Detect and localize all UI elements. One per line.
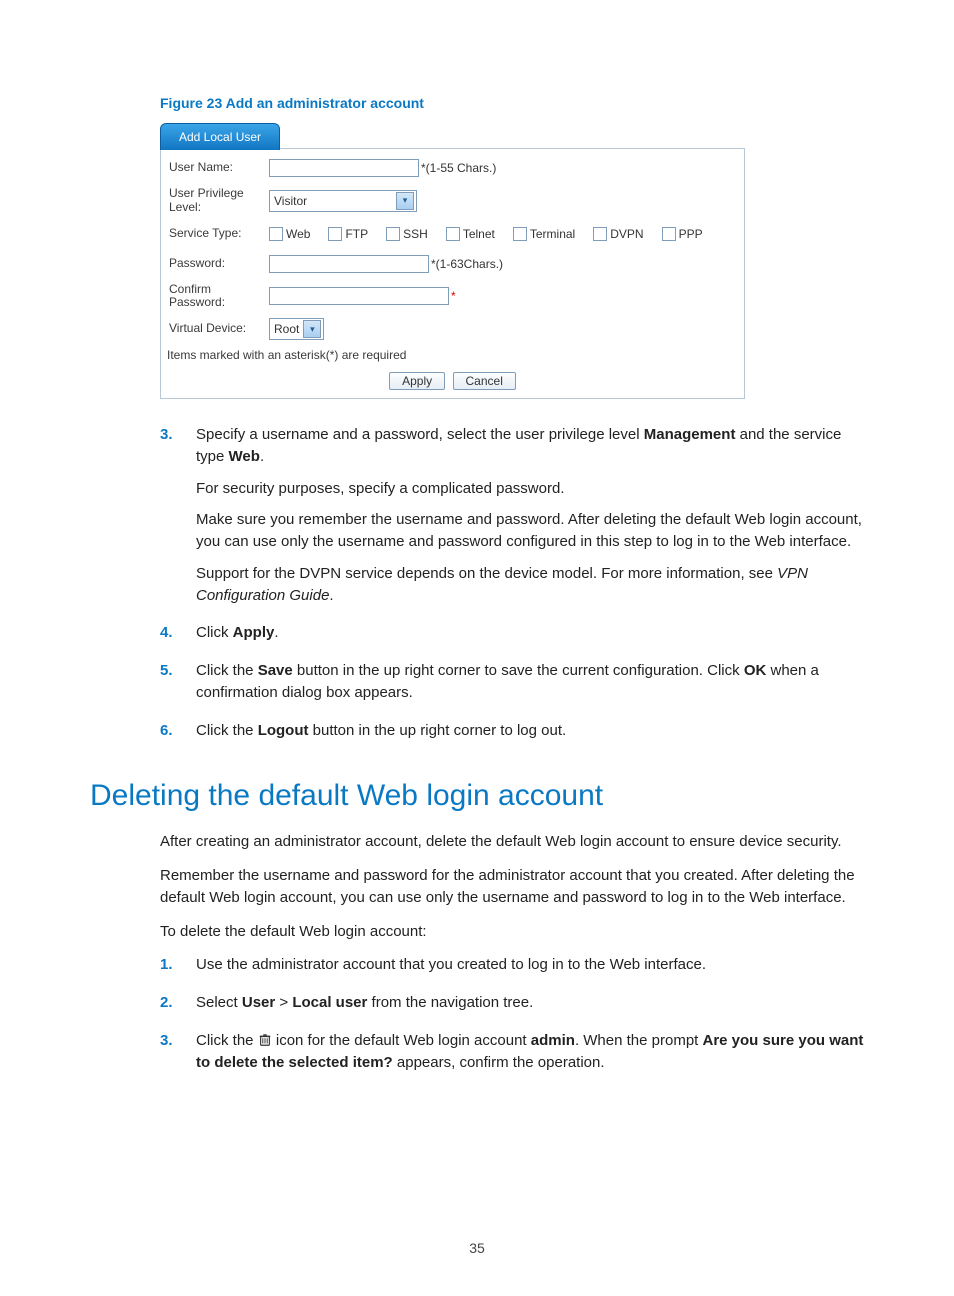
page-number: 35 [0, 1240, 954, 1256]
step-b1: Use the administrator account that you c… [196, 954, 864, 986]
step-b2: Select User > Local user from the naviga… [196, 992, 864, 1024]
password-input[interactable] [269, 255, 429, 273]
privilege-select[interactable]: Visitor ▾ [269, 190, 417, 212]
step-6: Click the Logout button in the up right … [196, 720, 864, 752]
required-note: Items marked with an asterisk(*) are req… [161, 344, 744, 366]
step-number: 3. [160, 1030, 196, 1084]
username-input[interactable] [269, 159, 419, 177]
label-password: Password: [169, 257, 269, 271]
step-5: Click the Save button in the up right co… [196, 660, 864, 714]
chevron-down-icon: ▾ [396, 192, 414, 210]
label-username: User Name: [169, 161, 269, 175]
apply-button[interactable]: Apply [389, 372, 445, 390]
label-virtual-device: Virtual Device: [169, 322, 269, 336]
chevron-down-icon: ▾ [303, 320, 321, 338]
paragraph: Remember the username and password for t… [160, 865, 864, 909]
step-3: Specify a username and a password, selec… [196, 424, 864, 616]
checkbox-ppp[interactable]: PPP [662, 227, 703, 241]
virtual-device-select[interactable]: Root ▾ [269, 318, 324, 340]
add-local-user-panel: Add Local User User Name: *(1-55 Chars.)… [160, 121, 745, 399]
tab-add-local-user[interactable]: Add Local User [160, 123, 280, 150]
hint-username: *(1-55 Chars.) [421, 161, 496, 175]
step-number: 3. [160, 424, 196, 616]
paragraph: To delete the default Web login account: [160, 921, 864, 943]
step-number: 1. [160, 954, 196, 986]
figure-caption: Figure 23 Add an administrator account [160, 95, 864, 111]
checkbox-web[interactable]: Web [269, 227, 310, 241]
step-4: Click Apply. [196, 622, 864, 654]
label-confirm: Confirm Password: [169, 283, 269, 311]
checkbox-dvpn[interactable]: DVPN [593, 227, 643, 241]
label-service: Service Type: [169, 227, 269, 241]
hint-password: *(1-63Chars.) [431, 257, 503, 271]
checkbox-ssh[interactable]: SSH [386, 227, 428, 241]
label-privilege: User Privilege Level: [169, 187, 269, 215]
checkbox-terminal[interactable]: Terminal [513, 227, 575, 241]
paragraph: After creating an administrator account,… [160, 831, 864, 853]
trash-icon [258, 1033, 272, 1047]
hint-confirm: * [451, 289, 456, 303]
step-number: 6. [160, 720, 196, 752]
heading-deleting: Deleting the default Web login account [90, 779, 864, 813]
step-number: 5. [160, 660, 196, 714]
confirm-password-input[interactable] [269, 287, 449, 305]
cancel-button[interactable]: Cancel [453, 372, 516, 390]
step-number: 4. [160, 622, 196, 654]
step-number: 2. [160, 992, 196, 1024]
step-b3: Click the icon for the default Web login… [196, 1030, 864, 1084]
checkbox-ftp[interactable]: FTP [328, 227, 368, 241]
checkbox-telnet[interactable]: Telnet [446, 227, 495, 241]
